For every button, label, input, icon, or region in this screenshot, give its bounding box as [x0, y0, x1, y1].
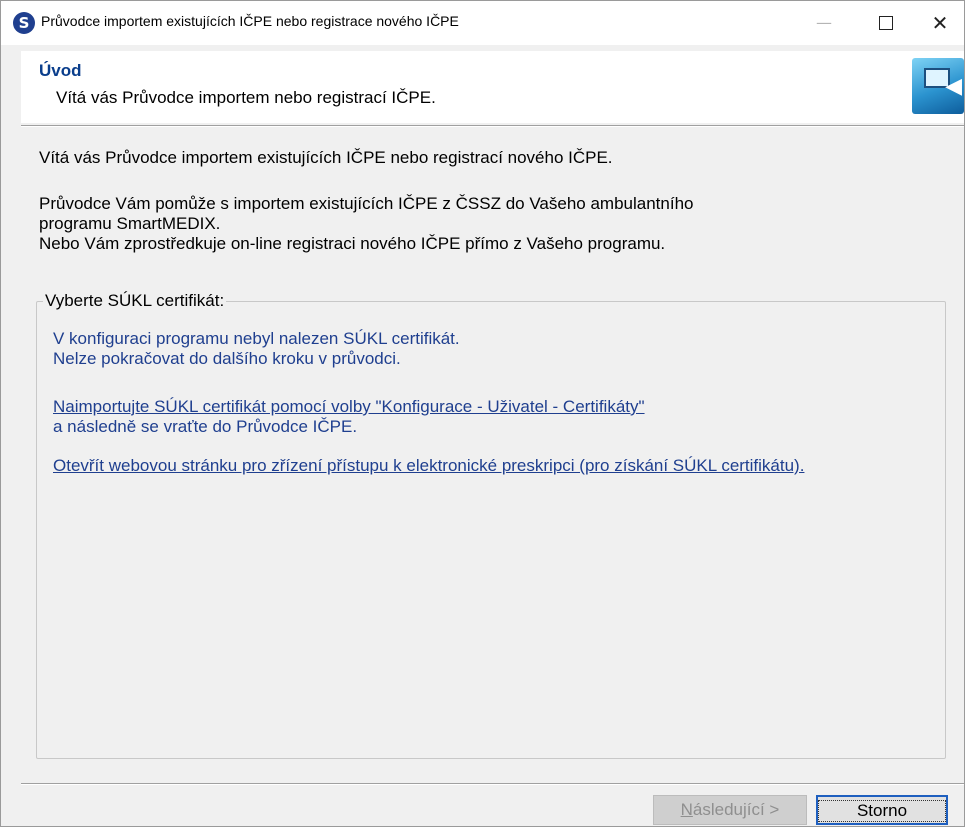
import-certificate-link[interactable]: Naimportujte SÚKL certifikát pomocí volb…: [53, 397, 645, 417]
certificate-group-label: Vyberte SÚKL certifikát:: [43, 291, 227, 311]
next-button[interactable]: Následující >: [653, 795, 807, 825]
footer-divider: [21, 783, 964, 785]
cancel-button-label: Storno: [817, 800, 947, 822]
next-button-label: ásledující >: [692, 800, 780, 819]
cancel-button[interactable]: Storno: [816, 795, 948, 825]
maximize-icon: [879, 15, 893, 30]
description-line-3: Nebo Vám zprostředkuje on-line registrac…: [39, 234, 666, 253]
welcome-text: Vítá vás Průvodce importem existujících …: [39, 148, 613, 167]
window-title: Průvodce importem existujících IČPE nebo…: [41, 13, 459, 29]
next-button-access-key: N: [680, 800, 693, 819]
title-bar[interactable]: S Průvodce importem existujících IČPE ne…: [1, 1, 964, 45]
return-instruction-text: a následně se vraťte do Průvodce IČPE.: [53, 417, 358, 436]
close-button[interactable]: ✕: [917, 1, 963, 45]
arrow-left-icon: ◀: [945, 74, 962, 99]
description-text: Průvodce Vám pomůže s importem existujíc…: [39, 194, 939, 254]
certificate-missing-text: V konfiguraci programu nebyl nalezen SÚK…: [53, 329, 460, 348]
cannot-continue-text: Nelze pokračovat do dalšího kroku v prův…: [53, 349, 401, 368]
open-eprescription-web-link[interactable]: Otevřít webovou stránku pro zřízení přís…: [53, 456, 804, 476]
description-line-2: programu SmartMEDIX.: [39, 214, 221, 233]
minimize-button[interactable]: —: [801, 1, 847, 45]
certificate-groupbox: [36, 301, 946, 759]
app-logo-icon: S: [13, 12, 35, 34]
page-subtitle: Vítá vás Průvodce importem nebo registra…: [56, 88, 436, 107]
page-title: Úvod: [39, 61, 82, 80]
header-divider: [21, 125, 964, 127]
wizard-window: S Průvodce importem existujících IČPE ne…: [0, 0, 965, 827]
maximize-button[interactable]: [863, 1, 909, 45]
monitor-import-icon: ◀: [912, 58, 964, 114]
description-line-1: Průvodce Vám pomůže s importem existujíc…: [39, 194, 694, 213]
wizard-header: Úvod Vítá vás Průvodce importem nebo reg…: [21, 51, 964, 123]
